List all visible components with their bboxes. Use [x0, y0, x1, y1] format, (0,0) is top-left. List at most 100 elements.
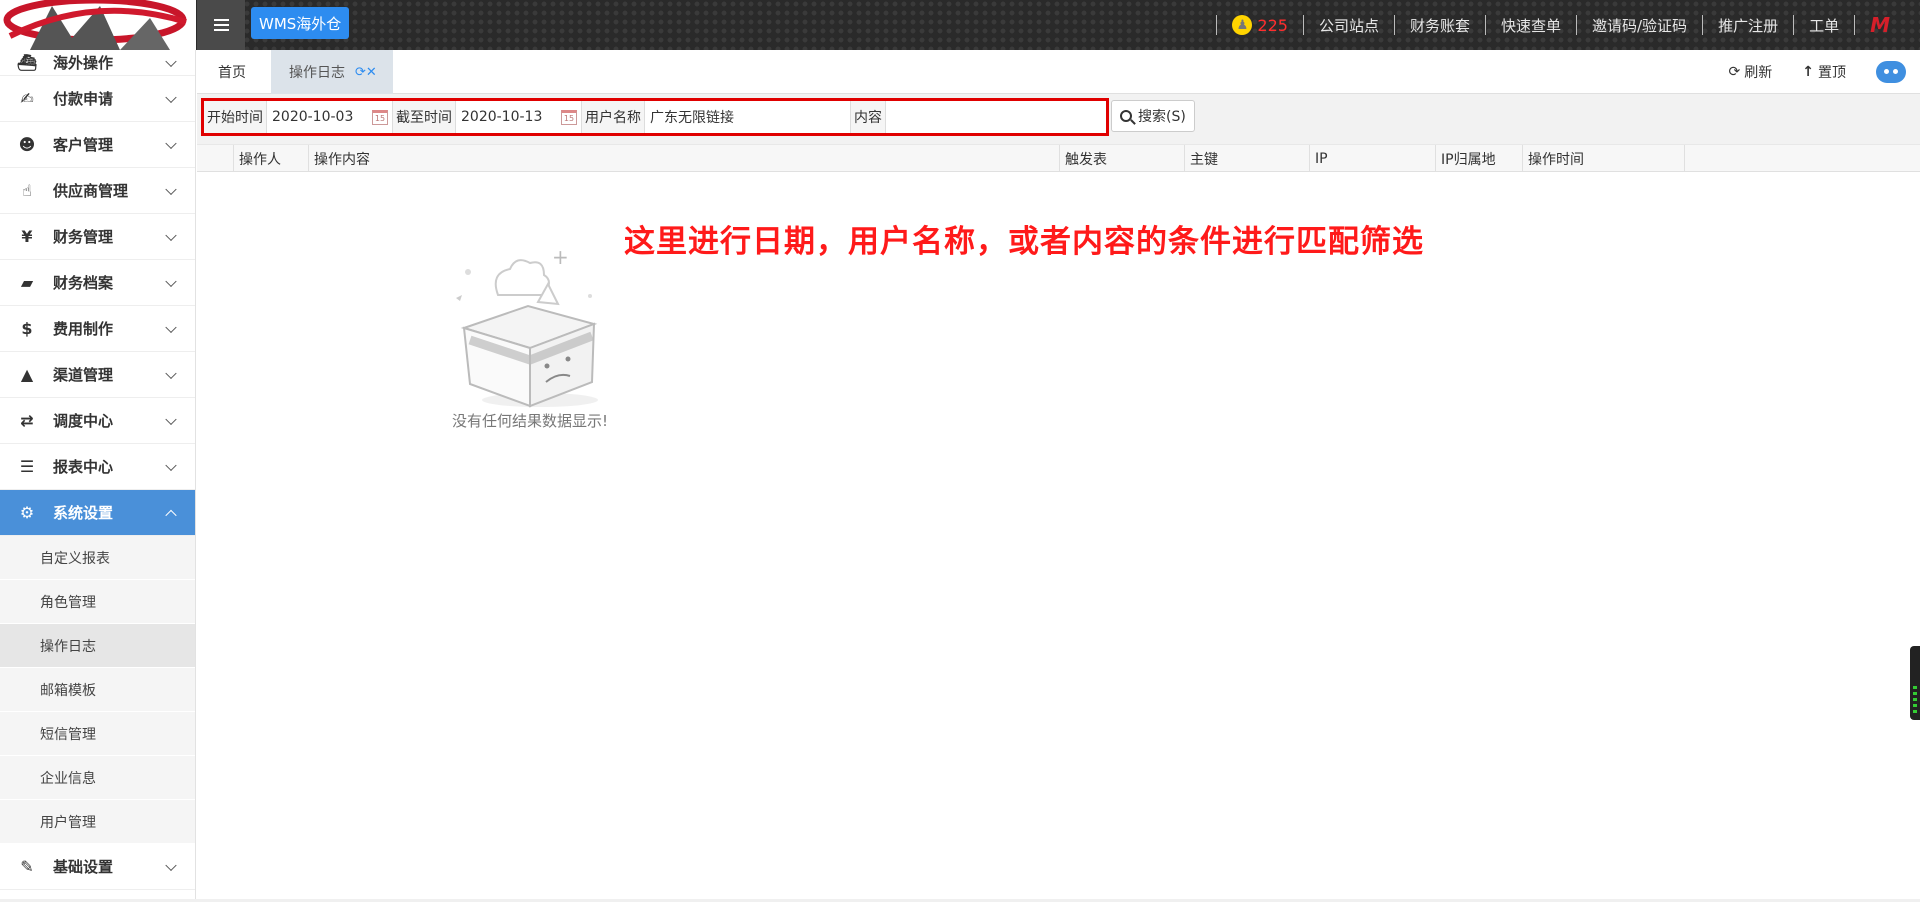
- divider: [1576, 15, 1577, 35]
- chevron-down-icon: [165, 229, 177, 241]
- side-widget-handle[interactable]: [1910, 646, 1920, 720]
- top-nav: ♟ 225 公司站点 财务账套 快速查单 邀请码/验证码 推广注册 工单 M: [1201, 0, 1890, 50]
- sidebar-item-finance[interactable]: ¥ 财务管理: [0, 214, 195, 260]
- sidebar-item-label: 财务档案: [53, 274, 114, 292]
- end-time-input[interactable]: 2020-10-13 15: [456, 101, 582, 133]
- chevron-down-icon: [165, 413, 177, 425]
- notification-button[interactable]: ♟ 225: [1232, 15, 1288, 35]
- filter-bar: 开始时间 2020-10-03 15 截至时间 2020-10-13 15 用户…: [197, 94, 1920, 144]
- sidebar-item-dispatch[interactable]: ⇄ 调度中心: [0, 398, 195, 444]
- brand-m-icon[interactable]: M: [1870, 13, 1890, 37]
- divider: [1854, 15, 1856, 35]
- empty-box-illustration: +: [440, 240, 620, 414]
- users-icon: ☻: [18, 135, 36, 154]
- sidebar-item-customers[interactable]: ☻ 客户管理: [0, 122, 195, 168]
- sidebar-subitem-custom-report[interactable]: 自定义报表: [0, 536, 195, 580]
- sidebar-item-system-settings[interactable]: ⚙ 系统设置: [0, 490, 195, 536]
- hamburger-icon: [213, 19, 229, 31]
- username-label: 用户名称: [582, 101, 645, 133]
- column-header[interactable]: 操作时间: [1523, 145, 1685, 172]
- table-header: 操作人 操作内容 触发表 主键 IP IP归属地 操作时间: [197, 144, 1920, 172]
- tab-home[interactable]: 首页: [197, 50, 267, 94]
- chevron-down-icon: [165, 459, 177, 471]
- book-icon: ▰: [20, 273, 34, 292]
- ship-icon: ⛴: [16, 53, 38, 72]
- arrow-up-icon: ↑: [1802, 64, 1814, 80]
- sidebar-item-label: 系统设置: [53, 504, 114, 522]
- sidebar-item-label: 渠道管理: [53, 366, 114, 384]
- sidebar-item-finance-archive[interactable]: ▰ 财务档案: [0, 260, 195, 306]
- sidebar-subitem-company-info[interactable]: 企业信息: [0, 756, 195, 800]
- sidebar-subitem-operation-log[interactable]: 操作日志: [0, 624, 195, 668]
- chevron-down-icon: [165, 55, 177, 67]
- search-button-label: 搜索(S): [1138, 109, 1186, 125]
- sidebar-item-suppliers[interactable]: ☝ 供应商管理: [0, 168, 195, 214]
- column-header[interactable]: 操作人: [234, 145, 309, 172]
- sidebar-item-overseas-ops[interactable]: ⛴ 海外操作: [0, 50, 195, 76]
- nav-invite-code[interactable]: 邀请码/验证码: [1592, 15, 1687, 36]
- menu-toggle-button[interactable]: [197, 0, 245, 50]
- tab-operation-log[interactable]: 操作日志 ⟳✕: [271, 50, 393, 94]
- divider: [1702, 15, 1704, 35]
- search-button[interactable]: 搜索(S): [1111, 100, 1195, 132]
- sidebar-item-fees[interactable]: $ 费用制作: [0, 306, 195, 352]
- tab-bar: 首页 操作日志 ⟳✕ ⟳ 刷新 ↑ 置顶: [197, 50, 1920, 94]
- refresh-icon: ⟳: [1728, 64, 1741, 80]
- dollar-icon: $: [21, 319, 33, 338]
- sidebar-item-label: 费用制作: [53, 320, 114, 338]
- nav-company-site[interactable]: 公司站点: [1319, 15, 1379, 36]
- calendar-icon[interactable]: 15: [372, 110, 388, 125]
- column-header[interactable]: 触发表: [1060, 145, 1185, 172]
- column-header[interactable]: IP: [1310, 145, 1436, 172]
- notification-count: 225: [1257, 15, 1288, 35]
- divider: [1302, 15, 1304, 35]
- sidebar-item-label: 调度中心: [53, 412, 114, 430]
- chevron-down-icon: [165, 183, 177, 195]
- chevron-down-icon: [165, 367, 177, 379]
- content-label: 内容: [851, 101, 886, 133]
- nav-quick-query[interactable]: 快速查单: [1501, 15, 1561, 36]
- sidebar-item-label: 海外操作: [53, 54, 114, 72]
- divider: [1216, 15, 1218, 35]
- company-logo[interactable]: [0, 0, 196, 50]
- content-input[interactable]: [886, 101, 1106, 133]
- calendar-icon[interactable]: 15: [561, 110, 577, 125]
- road-icon: ▲: [20, 365, 34, 384]
- start-time-input[interactable]: 2020-10-03 15: [267, 101, 393, 133]
- sidebar-item-label: 付款申请: [53, 90, 114, 108]
- close-icon[interactable]: ✕: [366, 65, 377, 80]
- select-column[interactable]: [197, 145, 234, 172]
- column-header[interactable]: IP归属地: [1436, 145, 1523, 172]
- column-header[interactable]: 主键: [1185, 145, 1310, 172]
- nav-finance-books[interactable]: 财务账套: [1410, 15, 1470, 36]
- empty-state-text: 没有任何结果数据显示!: [452, 412, 609, 430]
- refresh-button[interactable]: ⟳ 刷新: [1729, 62, 1773, 82]
- sidebar-item-basic-settings[interactable]: ✎ 基础设置: [0, 844, 195, 890]
- end-time-label: 截至时间: [393, 101, 456, 133]
- divider: [1793, 15, 1795, 35]
- refresh-icon[interactable]: ⟳: [355, 65, 366, 80]
- chevron-down-icon: [165, 91, 177, 103]
- sidebar-item-channels[interactable]: ▲ 渠道管理: [0, 352, 195, 398]
- sidebar-subitem-roles[interactable]: 角色管理: [0, 580, 195, 624]
- sidebar-subitem-email-template[interactable]: 邮箱模板: [0, 668, 195, 712]
- username-input[interactable]: 广东无限链接: [645, 101, 851, 133]
- nav-promo-register[interactable]: 推广注册: [1718, 15, 1778, 36]
- chevron-down-icon: [165, 321, 177, 333]
- sidebar-item-reports[interactable]: ☰ 报表中心: [0, 444, 195, 490]
- sidebar-subitem-sms[interactable]: 短信管理: [0, 712, 195, 756]
- nav-work-order[interactable]: 工单: [1809, 15, 1839, 36]
- chatbot-icon[interactable]: [1876, 61, 1906, 83]
- refresh-label: 刷新: [1744, 65, 1773, 81]
- sidebar-item-label: 报表中心: [53, 458, 114, 476]
- sidebar-item-payment-request[interactable]: ✍ 付款申请: [0, 76, 195, 122]
- column-header[interactable]: 操作内容: [309, 145, 1060, 172]
- divider: [1393, 15, 1395, 35]
- svg-text:+: +: [552, 245, 569, 269]
- sidebar-item-label: 基础设置: [53, 858, 114, 876]
- tab-label: 操作日志: [289, 65, 345, 81]
- wms-overseas-button[interactable]: WMS海外仓: [251, 7, 350, 39]
- to-top-button[interactable]: ↑ 置顶: [1802, 62, 1846, 82]
- sidebar-subitem-users[interactable]: 用户管理: [0, 800, 195, 844]
- sidebar: ⛴ 海外操作 ✍ 付款申请 ☻ 客户管理 ☝ 供应商管理 ¥ 财务管理 ▰ 财务…: [0, 50, 196, 902]
